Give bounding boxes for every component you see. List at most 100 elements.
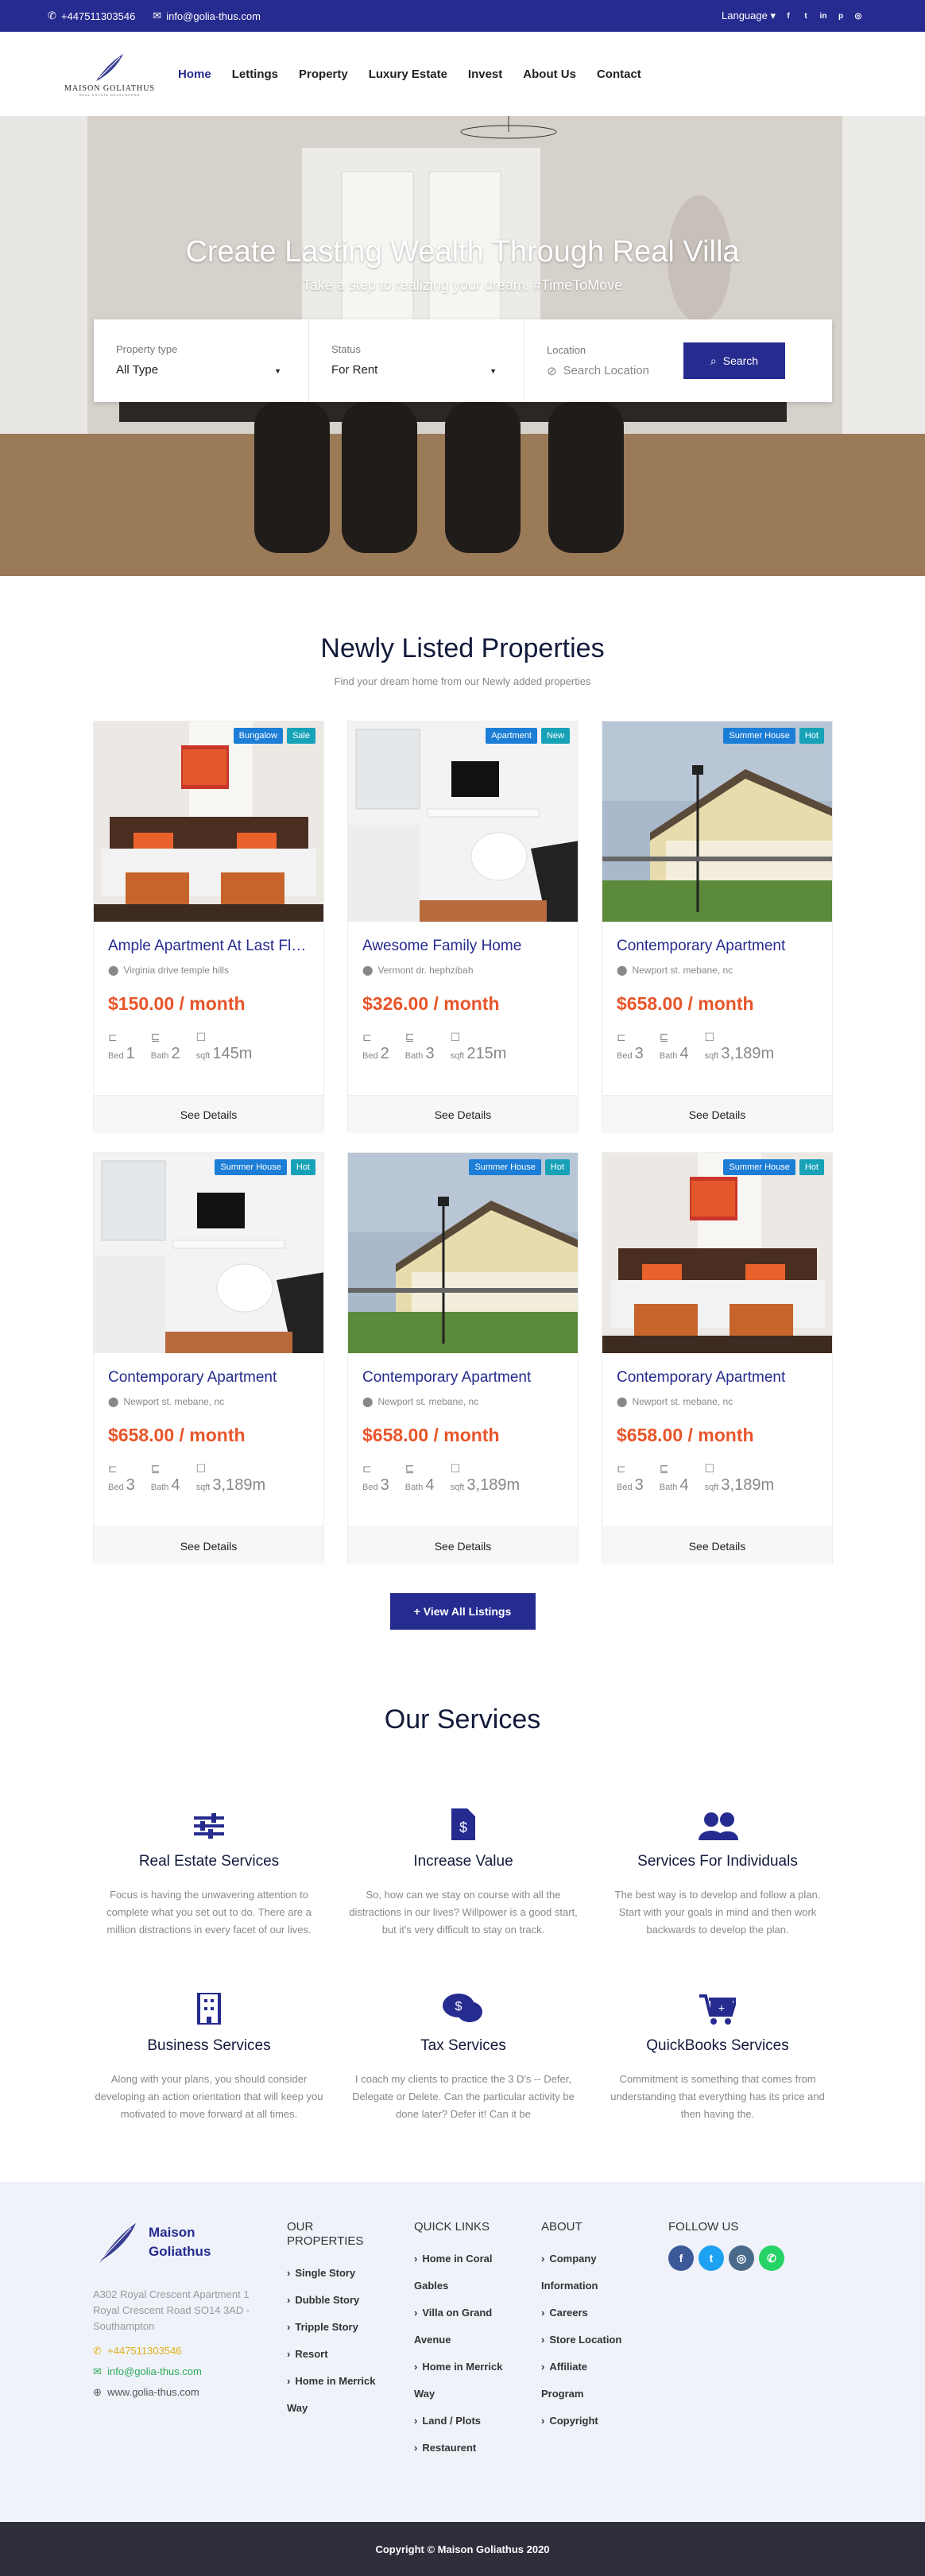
service-title: Tax Services [420,2037,506,2054]
property-card[interactable]: Bungalow Sale Ample Apartment At Last Flo… [93,721,324,1133]
nav-item-home[interactable]: Home [178,68,211,81]
footer-website[interactable]: ⊕ www.golia-thus.com [93,2382,255,2403]
footer-link[interactable]: › Resort [287,2341,382,2368]
phone-contact[interactable]: ✆ +447511303546 [48,10,135,22]
footer-link[interactable]: › Dubble Story [287,2287,382,2314]
view-all-listings-button[interactable]: + View All Listings [389,1593,536,1630]
email-contact[interactable]: ✉ info@golia-thus.com [153,10,261,22]
property-price: $150.00 / month [108,993,246,1014]
nav-item-invest[interactable]: Invest [468,68,502,81]
status-select[interactable]: Status For Rent ▼ [309,319,524,402]
property-image[interactable]: Summer House Hot [602,721,832,922]
property-title[interactable]: Awesome Family Home [362,938,563,955]
footer-phone[interactable]: ✆ +447511303546 [93,2341,255,2361]
property-card[interactable]: Summer House Hot Contemporary Apartment ⬤… [93,1152,324,1565]
location-input[interactable]: Location ⊘ Search Location [524,320,683,402]
search-button[interactable]: ⌕ Search [683,342,785,379]
instagram-icon[interactable]: ◎ [853,11,863,21]
service-title: Real Estate Services [138,1853,280,1870]
bath-count: 4 [171,1476,180,1494]
property-image[interactable]: Summer House Hot [94,1153,323,1353]
footer-link[interactable]: › Store Location [541,2327,637,2354]
nav-menu: Home Lettings Property Luxury Estate Invest A… [178,68,641,81]
area-icon: ☐ [195,1462,207,1475]
facebook-icon[interactable]: f [668,2245,694,2271]
nav-item-lettings[interactable]: Lettings [232,68,278,81]
footer-link[interactable]: › Villa on Grand Avenue [414,2299,509,2354]
property-image[interactable]: Bungalow Sale [94,721,323,922]
twitter-icon[interactable]: t [699,2245,724,2271]
footer-brand-name: Maison Goliathus [149,2225,211,2259]
location-pin-icon: ⬤ [108,965,119,976]
see-details-button[interactable]: See Details [602,1526,832,1565]
bath-icon: ⊑ [150,1031,161,1043]
facebook-icon[interactable]: f [784,11,793,21]
twitter-icon[interactable]: t [801,11,811,21]
footer-link[interactable]: › Affiliate Program [541,2354,637,2408]
bed-icon: ⊏ [617,1462,626,1475]
houses-image [348,1153,578,1353]
footer-link[interactable]: › Single Story [287,2260,382,2287]
service-title: QuickBooks Services [646,2037,789,2054]
service-title: Services For Individuals [637,1853,798,1870]
property-title[interactable]: Ample Apartment At Last Floor [108,938,309,955]
nav-item-contact[interactable]: Contact [597,68,641,81]
see-details-button[interactable]: See Details [348,1095,578,1133]
footer-link[interactable]: › Copyright [541,2408,637,2435]
footer-link[interactable]: › Company Information [541,2245,637,2299]
bed-count: 3 [634,1476,644,1494]
copyright-bar: Copyright © Maison Goliathus 2020 [0,2522,925,2576]
see-details-button[interactable]: See Details [94,1095,323,1133]
footer-link[interactable]: › Home in Merrick Way [287,2368,382,2422]
footer-link[interactable]: › Home in Merrick Way [414,2354,509,2408]
property-image[interactable]: Summer House Hot [348,1153,578,1353]
footer-link[interactable]: › Land / Plots [414,2408,509,2435]
see-details-button[interactable]: See Details [94,1526,323,1565]
footer-link[interactable]: › Tripple Story [287,2314,382,2341]
property-title[interactable]: Contemporary Apartment [617,1369,818,1387]
property-title[interactable]: Contemporary Apartment [617,938,818,955]
bath-icon: ⊑ [150,1462,161,1475]
instagram-icon[interactable]: ◎ [729,2245,754,2271]
property-image[interactable]: Summer House Hot [602,1153,832,1353]
service-description: So, how can we stay on course with all t… [349,1889,578,1936]
bath-icon: ⊑ [659,1031,669,1043]
language-dropdown[interactable]: Language ▾ [722,10,776,22]
type-badge: Summer House [215,1159,287,1175]
services-title: Our Services [384,1704,541,1735]
see-details-button[interactable]: See Details [602,1095,832,1133]
search-icon: ⌕ [710,354,717,367]
bath-count: 4 [679,1045,689,1062]
linkedin-icon[interactable]: in [819,11,828,21]
property-image[interactable]: Apartment New [348,721,578,922]
nav-item-about-us[interactable]: About Us [523,68,576,81]
nav-item-luxury-estate[interactable]: Luxury Estate [369,68,447,81]
property-card[interactable]: Apartment New Awesome Family Home ⬤ Vermon… [347,721,579,1133]
service-card: Services For Individuals The best way is… [598,1800,837,1985]
property-type-select[interactable]: Property type All Type ▼ [94,319,309,402]
property-title[interactable]: Contemporary Apartment [362,1369,563,1387]
see-details-button[interactable]: See Details [348,1526,578,1565]
footer-email[interactable]: ✉ info@golia-thus.com [93,2361,255,2382]
property-card[interactable]: Summer House Hot Contemporary Apartment ⬤… [602,721,833,1133]
property-title[interactable]: Contemporary Apartment [108,1369,309,1387]
listings-section: Newly Listed Properties Find your dream … [0,576,925,1630]
listings-subtitle: Find your dream home from our Newly adde… [334,675,591,687]
bedroom-image [602,1153,832,1353]
property-card[interactable]: Summer House Hot Contemporary Apartment ⬤… [602,1152,833,1565]
property-price: $658.00 / month [617,993,754,1014]
nav-item-property[interactable]: Property [299,68,348,81]
status-badge: Hot [544,1159,570,1175]
pinterest-icon[interactable]: p [836,11,846,21]
footer-link[interactable]: › Restaurent [414,2435,509,2462]
bed-count: 3 [380,1476,389,1494]
bed-count: 3 [634,1045,644,1062]
property-address: Vermont dr. hephzibah [377,965,474,976]
footer-link[interactable]: › Careers [541,2299,637,2327]
whatsapp-icon[interactable]: ✆ [759,2245,784,2271]
location-pin-icon: ⬤ [617,965,628,976]
property-card[interactable]: Summer House Hot Contemporary Apartment ⬤… [347,1152,579,1565]
footer-link[interactable]: › Home in Coral Gables [414,2245,509,2299]
brand-logo[interactable]: MAISON GOLIATHUS REAL ESTATE DEVELOPERS [62,48,157,99]
chevron-right-icon: › [287,2348,291,2360]
